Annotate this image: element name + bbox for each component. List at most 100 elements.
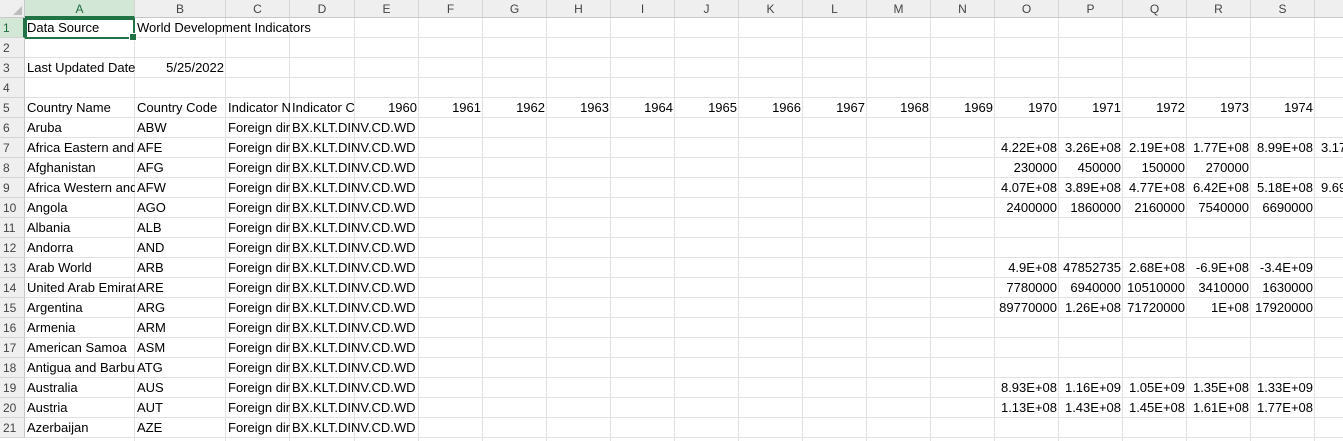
cell-o8[interactable]: 230000 xyxy=(995,158,1059,178)
cell-c12[interactable]: Foreign direct investment xyxy=(226,238,290,258)
row-header-3[interactable]: 3 xyxy=(0,58,25,78)
cell-t10[interactable]: 5 xyxy=(1315,198,1343,218)
cell-a19[interactable]: Australia xyxy=(25,378,135,398)
row-header-10[interactable]: 10 xyxy=(0,198,25,218)
cell-t9[interactable]: 9.69E+08 xyxy=(1315,178,1343,198)
cell-t19[interactable]: 4.45 xyxy=(1315,378,1343,398)
cell-q9[interactable]: 4.77E+08 xyxy=(1123,178,1187,198)
cell-b3[interactable]: 5/25/2022 xyxy=(135,58,226,78)
cell-r9[interactable]: 6.42E+08 xyxy=(1187,178,1251,198)
cell-d13[interactable]: BX.KLT.DINV.CD.WD xyxy=(290,258,547,278)
cell-b13[interactable]: ARB xyxy=(135,258,226,278)
cell-p20[interactable]: 1.43E+08 xyxy=(1059,398,1123,418)
cell-o19[interactable]: 8.93E+08 xyxy=(995,378,1059,398)
cell-a11[interactable]: Albania xyxy=(25,218,135,238)
cell-a5[interactable]: Country Name xyxy=(25,98,135,118)
column-header-d[interactable]: D xyxy=(290,0,355,18)
cell-b10[interactable]: AGO xyxy=(135,198,226,218)
cell-b16[interactable]: ARM xyxy=(135,318,226,338)
cell-d9[interactable]: BX.KLT.DINV.CD.WD xyxy=(290,178,547,198)
cell-q5[interactable]: 1972 xyxy=(1123,98,1187,118)
cell-o9[interactable]: 4.07E+08 xyxy=(995,178,1059,198)
cell-t13[interactable]: 1.47 xyxy=(1315,258,1343,278)
cell-o13[interactable]: 4.9E+08 xyxy=(995,258,1059,278)
cell-q20[interactable]: 1.45E+08 xyxy=(1123,398,1187,418)
cell-a15[interactable]: Argentina xyxy=(25,298,135,318)
cell-b5[interactable]: Country Code xyxy=(135,98,226,118)
cell-a9[interactable]: Africa Western and Central xyxy=(25,178,135,198)
cell-d15[interactable]: BX.KLT.DINV.CD.WD xyxy=(290,298,547,318)
cell-r8[interactable]: 270000 xyxy=(1187,158,1251,178)
cell-o20[interactable]: 1.13E+08 xyxy=(995,398,1059,418)
cell-a13[interactable]: Arab World xyxy=(25,258,135,278)
cell-a20[interactable]: Austria xyxy=(25,398,135,418)
cell-s13[interactable]: -3.4E+09 xyxy=(1251,258,1315,278)
row-header-8[interactable]: 8 xyxy=(0,158,25,178)
column-header-partial[interactable] xyxy=(1315,0,1343,18)
cell-q8[interactable]: 150000 xyxy=(1123,158,1187,178)
cell-r20[interactable]: 1.61E+08 xyxy=(1187,398,1251,418)
row-header-5[interactable]: 5 xyxy=(0,98,25,118)
row-header-1[interactable]: 1 xyxy=(0,18,25,38)
row-header-16[interactable]: 16 xyxy=(0,318,25,338)
cell-f5[interactable]: 1961 xyxy=(419,98,483,118)
cell-a7[interactable]: Africa Eastern and Southern xyxy=(25,138,135,158)
cell-s19[interactable]: 1.33E+09 xyxy=(1251,378,1315,398)
cell-i5[interactable]: 1964 xyxy=(611,98,675,118)
cell-l5[interactable]: 1967 xyxy=(803,98,867,118)
cell-q14[interactable]: 10510000 xyxy=(1123,278,1187,298)
cell-b8[interactable]: AFG xyxy=(135,158,226,178)
column-header-h[interactable]: H xyxy=(547,0,611,18)
cell-b12[interactable]: AND xyxy=(135,238,226,258)
cell-a3[interactable]: Last Updated Date xyxy=(25,58,135,78)
cell-b9[interactable]: AFW xyxy=(135,178,226,198)
cell-c9[interactable]: Foreign direct investment xyxy=(226,178,290,198)
cell-o15[interactable]: 89770000 xyxy=(995,298,1059,318)
cell-b20[interactable]: AUT xyxy=(135,398,226,418)
cell-b17[interactable]: ASM xyxy=(135,338,226,358)
column-header-n[interactable]: N xyxy=(931,0,995,18)
cell-s7[interactable]: 8.99E+08 xyxy=(1251,138,1315,158)
cell-g5[interactable]: 1962 xyxy=(483,98,547,118)
cell-c20[interactable]: Foreign direct investment xyxy=(226,398,290,418)
cell-t15[interactable]: 555 xyxy=(1315,298,1343,318)
cell-q19[interactable]: 1.05E+09 xyxy=(1123,378,1187,398)
column-header-q[interactable]: Q xyxy=(1123,0,1187,18)
cell-o5[interactable]: 1970 xyxy=(995,98,1059,118)
cell-d16[interactable]: BX.KLT.DINV.CD.WD xyxy=(290,318,547,338)
cell-s9[interactable]: 5.18E+08 xyxy=(1251,178,1315,198)
cell-a17[interactable]: American Samoa xyxy=(25,338,135,358)
column-header-f[interactable]: F xyxy=(419,0,483,18)
select-all-button[interactable] xyxy=(0,0,25,18)
cell-d7[interactable]: BX.KLT.DINV.CD.WD xyxy=(290,138,547,158)
cell-s15[interactable]: 17920000 xyxy=(1251,298,1315,318)
cell-t20[interactable]: 791 xyxy=(1315,398,1343,418)
cell-b11[interactable]: ALB xyxy=(135,218,226,238)
cell-r19[interactable]: 1.35E+08 xyxy=(1187,378,1251,398)
cell-a1[interactable]: Data Source xyxy=(25,18,135,38)
cell-r13[interactable]: -6.9E+08 xyxy=(1187,258,1251,278)
row-header-2[interactable]: 2 xyxy=(0,38,25,58)
cell-c21[interactable]: Foreign direct investment xyxy=(226,418,290,438)
column-header-c[interactable]: C xyxy=(226,0,290,18)
cell-m5[interactable]: 1968 xyxy=(867,98,931,118)
column-header-m[interactable]: M xyxy=(867,0,931,18)
cell-d8[interactable]: BX.KLT.DINV.CD.WD xyxy=(290,158,547,178)
cell-b19[interactable]: AUS xyxy=(135,378,226,398)
column-header-r[interactable]: R xyxy=(1187,0,1251,18)
cell-d17[interactable]: BX.KLT.DINV.CD.WD xyxy=(290,338,547,358)
row-header-17[interactable]: 17 xyxy=(0,338,25,358)
cell-h5[interactable]: 1963 xyxy=(547,98,611,118)
cell-a8[interactable]: Afghanistan xyxy=(25,158,135,178)
cell-b15[interactable]: ARG xyxy=(135,298,226,318)
cell-c5[interactable]: Indicator Name xyxy=(226,98,290,118)
row-header-12[interactable]: 12 xyxy=(0,238,25,258)
cell-d5[interactable]: Indicator Code xyxy=(290,98,355,118)
column-header-l[interactable]: L xyxy=(803,0,867,18)
cell-q13[interactable]: 2.68E+08 xyxy=(1123,258,1187,278)
cell-b7[interactable]: AFE xyxy=(135,138,226,158)
cell-c17[interactable]: Foreign direct investment xyxy=(226,338,290,358)
cell-d21[interactable]: BX.KLT.DINV.CD.WD xyxy=(290,418,547,438)
cell-q10[interactable]: 2160000 xyxy=(1123,198,1187,218)
cell-c11[interactable]: Foreign direct investment xyxy=(226,218,290,238)
